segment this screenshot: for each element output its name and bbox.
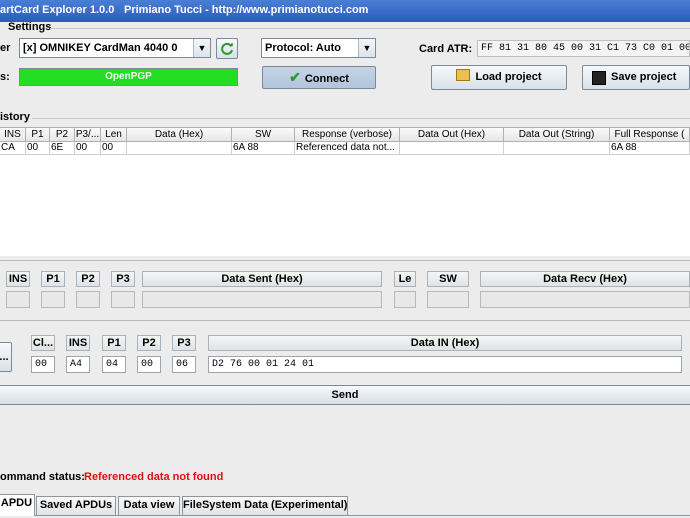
tab-filesystem-data[interactable]: FileSystem Data (Experimental) [182,496,348,515]
detail-data-sent-field [142,291,382,308]
detail-p1-header: P1 [41,271,65,287]
refresh-readers-button[interactable] [216,38,238,59]
window-author: Primiano Tucci - http://www.primianotucc… [124,4,369,16]
settings-divider [50,28,690,29]
history-column-header[interactable]: Data (Hex) [127,128,232,142]
history-cell[interactable]: Referenced data not... [295,142,400,155]
history-cell[interactable]: 6A 88 [232,142,295,155]
detail-data-recv-header: Data Recv (Hex) [480,271,690,287]
history-section-title: istory [0,111,30,123]
tab-data-view[interactable]: Data view [118,496,180,515]
save-project-label: Save project [611,71,677,83]
history-table[interactable]: INS P1 P2 P3/... Len Data (Hex) SW Respo… [0,127,690,256]
tab-apdu[interactable]: APDU [0,494,35,516]
history-column-header[interactable]: Response (verbose) [295,128,400,142]
apdu-cla-field[interactable]: 00 [31,356,55,373]
chevron-down-icon[interactable]: ▼ [193,39,210,57]
tab-saved-apdus[interactable]: Saved APDUs [36,496,116,515]
settings-section-title: Settings [8,21,52,33]
detail-le-field [394,291,416,308]
status-label: s: [0,71,10,83]
apdu-data-in-header: Data IN (Hex) [208,335,682,351]
detail-p2-header: P2 [76,271,100,287]
load-project-label: Load project [475,71,542,83]
card-atr-label: Card ATR: [419,43,473,55]
chevron-down-icon[interactable]: ▼ [358,39,375,57]
apdu-ins-field[interactable]: A4 [66,356,90,373]
history-cell[interactable]: 00 [26,142,50,155]
send-button[interactable]: Send [0,385,690,405]
connect-button-label: Connect [304,73,349,85]
apdu-p1-field[interactable]: 04 [102,356,126,373]
reader-label: er [0,42,11,54]
reader-select[interactable]: [x] OMNIKEY CardMan 4040 0 ▼ [19,38,211,58]
detail-p2-field [76,291,100,308]
history-column-header[interactable]: SW [232,128,295,142]
detail-bottom-divider [0,320,690,321]
command-status-label: ommand status: [0,471,85,483]
window-title: artCard Explorer 1.0.0 [0,4,115,16]
history-column-header[interactable]: P2 [50,128,75,142]
apdu-p2-header: P2 [137,335,161,351]
history-cell[interactable]: CA [0,142,26,155]
history-cell[interactable]: 6A 88 [610,142,690,155]
card-status-indicator: OpenPGP [19,68,238,86]
history-divider [32,118,690,119]
history-cell[interactable] [127,142,232,155]
history-cell[interactable] [400,142,504,155]
connect-button[interactable]: ✔ Connect [262,66,376,89]
detail-p3-header: P3 [111,271,135,287]
card-atr-field[interactable]: FF 81 31 80 45 00 31 C1 73 C0 01 00 00 9… [477,40,690,57]
apdu-p1-header: P1 [102,335,126,351]
history-cell[interactable]: 00 [101,142,127,155]
history-column-header[interactable]: INS [0,128,26,142]
detail-p3-field [111,291,135,308]
load-project-button[interactable]: Load project [431,65,567,90]
detail-data-recv-field [480,291,690,308]
history-cell[interactable]: 6E [50,142,75,155]
detail-data-sent-header: Data Sent (Hex) [142,271,382,287]
history-column-header[interactable]: Full Response ( [610,128,690,142]
reader-select-value: [x] OMNIKEY CardMan 4040 0 [23,42,178,54]
title-bar: artCard Explorer 1.0.0 Primiano Tucci - … [0,0,690,22]
folder-icon [456,69,471,81]
refresh-icon [221,42,233,55]
detail-ins-field [6,291,30,308]
history-column-header[interactable]: Data Out (Hex) [400,128,504,142]
apdu-p3-header: P3 [172,335,196,351]
detail-ins-header: INS [6,271,30,287]
protocol-select[interactable]: Protocol: Auto ▼ [261,38,376,58]
apdu-p3-field[interactable]: 06 [172,356,196,373]
history-cell[interactable]: 00 [75,142,101,155]
protocol-select-value: Protocol: Auto [265,42,341,54]
detail-sw-field [427,291,469,308]
tab-strip-line [0,515,690,516]
history-column-header[interactable]: Data Out (String) [504,128,610,142]
detail-p1-field [41,291,65,308]
apdu-ins-header: INS [66,335,90,351]
history-column-header[interactable]: P1 [26,128,50,142]
floppy-disk-icon [592,71,606,85]
save-project-button[interactable]: Save project [582,65,690,90]
history-cell[interactable] [504,142,610,155]
history-bottom-divider [0,260,690,261]
apdu-cla-header: Cl... [31,335,55,351]
apdu-menu-button[interactable]: ... [0,342,12,372]
checkmark-icon: ✔ [289,69,301,85]
detail-le-header: Le [394,271,416,287]
command-status-value: Referenced data not found [84,471,224,483]
history-column-header[interactable]: P3/... [75,128,101,142]
detail-sw-header: SW [427,271,469,287]
history-column-header[interactable]: Len [101,128,127,142]
apdu-data-in-field[interactable]: D2 76 00 01 24 01 [208,356,682,373]
apdu-p2-field[interactable]: 00 [137,356,161,373]
